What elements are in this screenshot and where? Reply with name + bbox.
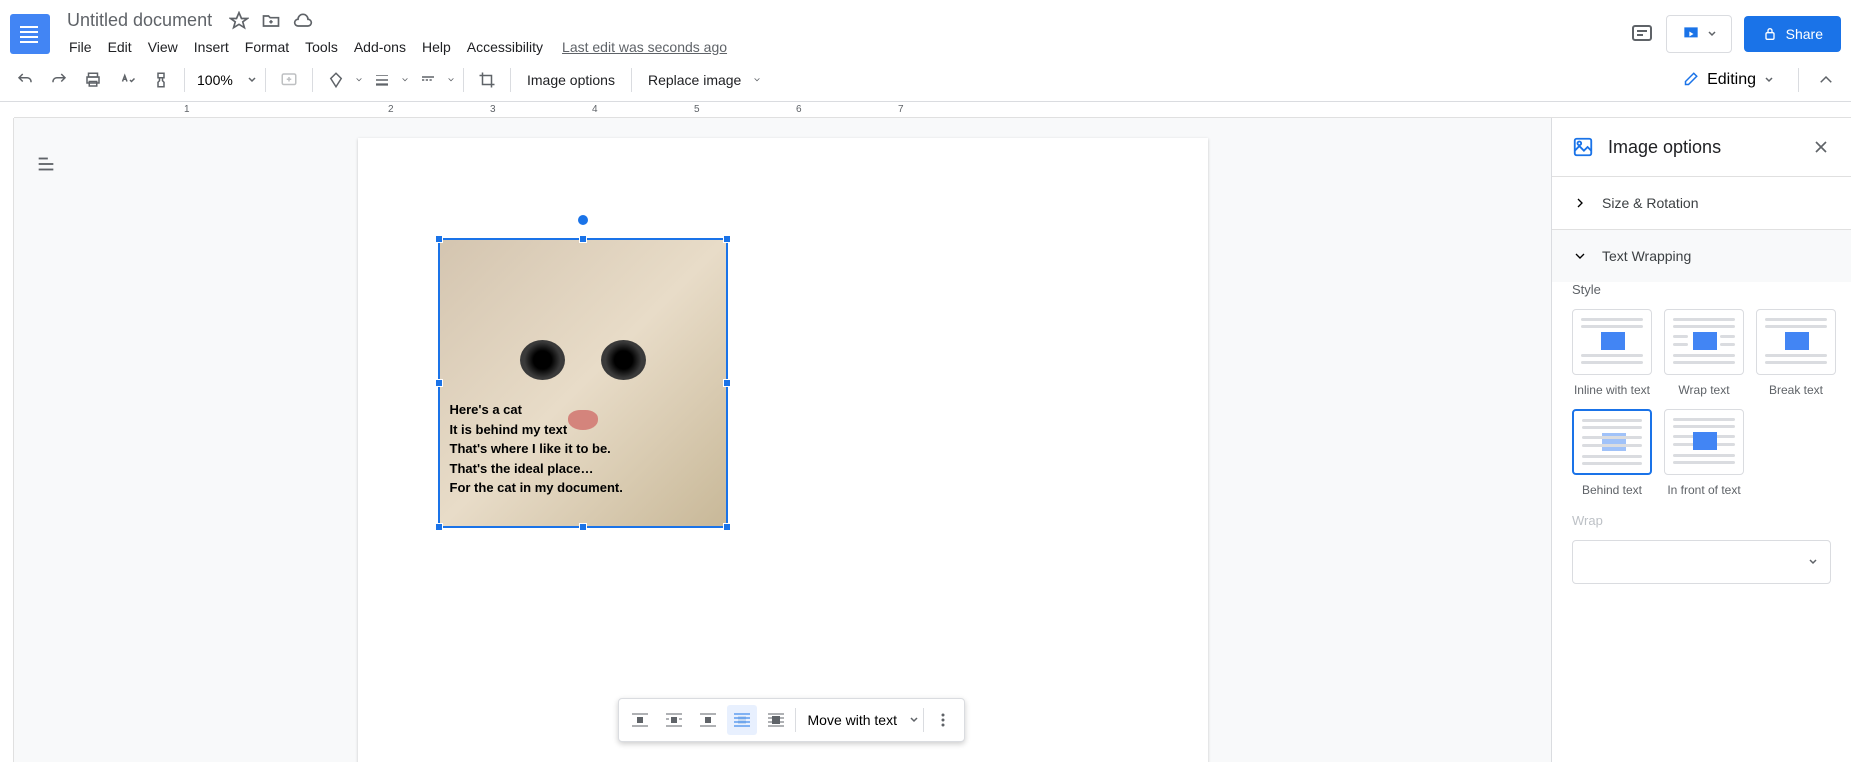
border-color-button[interactable] — [321, 65, 351, 95]
share-button[interactable]: Share — [1744, 16, 1841, 52]
zoom-dropdown-icon[interactable] — [247, 75, 257, 85]
print-button[interactable] — [78, 65, 108, 95]
move-dropdown-icon[interactable] — [909, 715, 919, 725]
wrap-behind-label: Behind text — [1582, 483, 1642, 497]
border-weight-button[interactable] — [367, 65, 397, 95]
resize-handle-br[interactable] — [723, 523, 731, 531]
paint-format-button[interactable] — [146, 65, 176, 95]
menu-accessibility[interactable]: Accessibility — [460, 35, 550, 59]
menu-file[interactable]: File — [62, 35, 99, 59]
menu-view[interactable]: View — [141, 35, 185, 59]
wrap-front-option[interactable] — [761, 705, 791, 735]
sidebar-title: Image options — [1608, 137, 1797, 158]
border-dash-button[interactable] — [413, 65, 443, 95]
resize-handle-bl[interactable] — [435, 523, 443, 531]
replace-image-dropdown-icon[interactable] — [753, 76, 761, 84]
border-dash-dropdown-icon[interactable] — [447, 76, 455, 84]
star-icon[interactable] — [229, 11, 249, 31]
more-options-button[interactable] — [928, 705, 958, 735]
present-button[interactable] — [1666, 15, 1732, 53]
image-options-sidebar: Image options Size & Rotation Text Wrapp… — [1551, 118, 1851, 762]
wrap-style-break[interactable]: Break text — [1756, 309, 1836, 397]
zoom-input[interactable] — [193, 68, 243, 92]
ruler-mark: 7 — [898, 104, 904, 115]
size-rotation-label: Size & Rotation — [1602, 195, 1699, 211]
rotate-handle[interactable] — [578, 215, 588, 225]
wrap-inline-label: Inline with text — [1574, 383, 1650, 397]
wrap-inline-option[interactable] — [625, 705, 655, 735]
chevron-down-icon — [1572, 248, 1588, 264]
wrap-break-option[interactable] — [693, 705, 723, 735]
resize-handle-tc[interactable] — [579, 235, 587, 243]
ruler-mark: 6 — [796, 104, 802, 115]
redo-button[interactable] — [44, 65, 74, 95]
cloud-saved-icon[interactable] — [293, 11, 313, 31]
docs-logo[interactable] — [10, 14, 50, 54]
replace-image-button[interactable]: Replace image — [640, 68, 749, 92]
menu-edit[interactable]: Edit — [101, 35, 139, 59]
resize-handle-tl[interactable] — [435, 235, 443, 243]
ruler-mark: 4 — [592, 104, 598, 115]
main-toolbar: Image options Replace image Editing — [0, 59, 1851, 102]
document-text: Here's a cat It is behind my text That's… — [450, 400, 623, 498]
share-label: Share — [1786, 26, 1823, 42]
selected-image[interactable]: Here's a cat It is behind my text That's… — [438, 238, 728, 528]
crop-button[interactable] — [472, 65, 502, 95]
style-label: Style — [1572, 282, 1831, 297]
image-floating-toolbar: Move with text — [618, 698, 965, 742]
last-edit-status[interactable]: Last edit was seconds ago — [562, 39, 727, 55]
wrap-style-front[interactable]: In front of text — [1664, 409, 1744, 497]
ruler-mark: 3 — [490, 104, 496, 115]
text-wrapping-label: Text Wrapping — [1602, 248, 1691, 264]
move-folder-icon[interactable] — [261, 11, 281, 31]
editing-mode-label: Editing — [1707, 71, 1756, 89]
wrap-section-label: Wrap — [1572, 513, 1831, 528]
resize-handle-bc[interactable] — [579, 523, 587, 531]
app-header: Untitled document File Edit View Insert … — [0, 0, 1851, 59]
menu-help[interactable]: Help — [415, 35, 458, 59]
menu-format[interactable]: Format — [238, 35, 296, 59]
add-comment-button[interactable] — [274, 65, 304, 95]
wrap-text-option[interactable] — [659, 705, 689, 735]
hide-toolbar-button[interactable] — [1811, 65, 1841, 95]
text-wrapping-section[interactable]: Text Wrapping — [1552, 230, 1851, 282]
wrap-text-label: Wrap text — [1678, 383, 1729, 397]
outline-button[interactable] — [30, 148, 62, 180]
menu-insert[interactable]: Insert — [187, 35, 236, 59]
move-with-text-dropdown[interactable]: Move with text — [800, 708, 905, 732]
border-color-dropdown-icon[interactable] — [355, 76, 363, 84]
menu-addons[interactable]: Add-ons — [347, 35, 413, 59]
dropdown-icon — [1808, 557, 1818, 567]
resize-handle-tr[interactable] — [723, 235, 731, 243]
wrap-break-label: Break text — [1769, 383, 1823, 397]
vertical-ruler[interactable] — [0, 118, 14, 762]
close-sidebar-button[interactable] — [1811, 137, 1831, 157]
spellcheck-button[interactable] — [112, 65, 142, 95]
editing-mode-button[interactable]: Editing — [1669, 65, 1786, 95]
horizontal-ruler[interactable]: 1 2 3 4 5 6 7 — [14, 102, 1851, 118]
menu-tools[interactable]: Tools — [298, 35, 345, 59]
menu-bar: File Edit View Insert Format Tools Add-o… — [62, 35, 1630, 59]
resize-handle-mr[interactable] — [723, 379, 731, 387]
wrap-style-behind[interactable]: Behind text — [1572, 409, 1652, 497]
wrap-style-wrap[interactable]: Wrap text — [1664, 309, 1744, 397]
image-icon — [1572, 136, 1594, 158]
wrap-dropdown[interactable] — [1572, 540, 1831, 584]
ruler-mark: 2 — [388, 104, 394, 115]
chevron-right-icon — [1572, 195, 1588, 211]
undo-button[interactable] — [10, 65, 40, 95]
ruler-mark: 5 — [694, 104, 700, 115]
border-weight-dropdown-icon[interactable] — [401, 76, 409, 84]
document-page[interactable]: Here's a cat It is behind my text That's… — [358, 138, 1208, 762]
size-rotation-section[interactable]: Size & Rotation — [1552, 177, 1851, 229]
image-options-button[interactable]: Image options — [519, 68, 623, 92]
wrap-style-inline[interactable]: Inline with text — [1572, 309, 1652, 397]
wrap-behind-option[interactable] — [727, 705, 757, 735]
ruler-mark: 1 — [184, 104, 190, 115]
resize-handle-ml[interactable] — [435, 379, 443, 387]
document-title[interactable]: Untitled document — [62, 8, 217, 33]
wrap-front-label: In front of text — [1667, 483, 1740, 497]
comments-icon[interactable] — [1630, 22, 1654, 46]
